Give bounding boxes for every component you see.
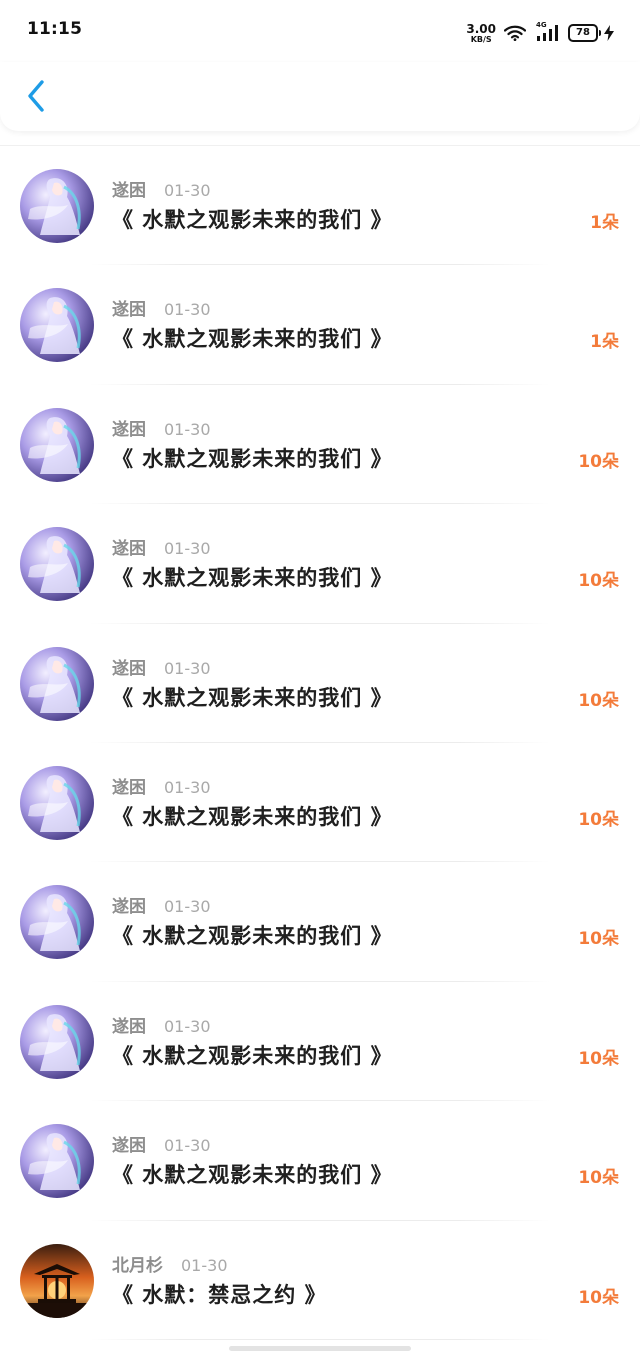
list-item[interactable]: 遂困 01-30 《 水默之观影未来的我们 》 10朵	[0, 624, 640, 743]
gift-count: 10朵	[578, 1287, 619, 1308]
list-item[interactable]: 遂困 01-30 《 水默之观影未来的我们 》 10朵	[0, 385, 640, 505]
user-name[interactable]: 北月杉	[112, 1251, 163, 1276]
date: 01-30	[164, 181, 211, 200]
item-meta: 遂困 01-30	[112, 654, 211, 679]
top-nav-bar	[0, 62, 640, 131]
gift-count: 10朵	[578, 1048, 619, 1069]
user-name[interactable]: 遂困	[112, 654, 146, 679]
item-meta: 遂困 01-30	[112, 892, 211, 917]
gift-count: 10朵	[578, 451, 619, 472]
book-title[interactable]: 《 水默之观影未来的我们 》	[112, 1040, 393, 1070]
user-name[interactable]: 遂困	[112, 176, 146, 201]
item-meta: 遂困 01-30	[112, 415, 211, 440]
status-time: 11:15	[27, 19, 83, 39]
battery-icon: 78	[568, 24, 601, 42]
gift-count: 10朵	[578, 929, 619, 950]
date: 01-30	[164, 1016, 211, 1036]
user-name[interactable]: 遂困	[112, 892, 146, 917]
book-title[interactable]: 《 水默之观影未来的我们 》	[112, 801, 393, 831]
user-name[interactable]: 遂困	[112, 773, 146, 798]
item-meta: 遂困 01-30	[112, 295, 211, 320]
date: 01-30	[164, 777, 211, 797]
avatar[interactable]	[20, 1243, 94, 1318]
book-title[interactable]: 《 水默之观影未来的我们 》	[112, 323, 393, 353]
item-meta: 遂困 01-30	[112, 176, 211, 201]
signal-icon: 4G	[536, 21, 560, 42]
item-meta: 遂困 01-30	[112, 534, 211, 559]
list-item[interactable]: 遂困 01-30 《 水默之观影未来的我们 》 10朵	[0, 862, 640, 982]
list-item[interactable]: 遂困 01-30 《 水默之观影未来的我们 》 10朵	[0, 1101, 640, 1221]
avatar[interactable]	[20, 765, 94, 840]
date: 01-30	[164, 1136, 211, 1156]
list-item[interactable]: 遂困 01-30 《 水默之观影未来的我们 》 10朵	[0, 504, 640, 624]
status-bar: 11:15 3.00 KB/S 4G 78	[0, 0, 640, 62]
user-name[interactable]: 遂困	[112, 415, 146, 440]
list-item[interactable]: 遂困 01-30 《 水默之观影未来的我们 》 1朵	[0, 265, 640, 385]
book-title[interactable]: 《 水默：禁忌之约 》	[112, 1279, 327, 1309]
gift-count: 10朵	[578, 571, 619, 592]
date: 01-30	[164, 539, 211, 559]
divider	[90, 1338, 550, 1340]
user-name[interactable]: 遂困	[112, 534, 146, 559]
book-title[interactable]: 《 水默之观影未来的我们 》	[112, 920, 393, 950]
item-meta: 遂困 01-30	[112, 773, 211, 798]
date: 01-30	[181, 1255, 228, 1275]
item-meta: 遂困 01-30	[112, 1131, 211, 1156]
status-icons: 3.00 KB/S 4G 78	[466, 20, 614, 46]
avatar[interactable]	[20, 527, 94, 602]
date: 01-30	[164, 897, 211, 917]
avatar[interactable]	[20, 1124, 94, 1199]
wifi-icon	[504, 25, 526, 41]
book-title[interactable]: 《 水默之观影未来的我们 》	[112, 204, 393, 234]
gift-count: 1朵	[590, 213, 619, 233]
item-meta: 遂困 01-30	[112, 1012, 211, 1037]
user-name[interactable]: 遂困	[112, 295, 146, 320]
avatar[interactable]	[20, 288, 94, 363]
user-name[interactable]: 遂困	[112, 1131, 146, 1156]
item-meta: 北月杉 01-30	[112, 1251, 228, 1276]
chevron-left-icon	[28, 80, 44, 112]
date: 01-30	[164, 300, 211, 320]
list-item[interactable]: 遂困 01-30 《 水默之观影未来的我们 》 10朵	[0, 743, 640, 863]
gift-count: 1朵	[590, 332, 619, 353]
user-name[interactable]: 遂困	[112, 1012, 146, 1037]
battery-tip	[599, 30, 601, 36]
list-item[interactable]: 北月杉 01-30 《 水默：禁忌之约 》 10朵	[0, 1221, 640, 1340]
battery-level: 78	[568, 24, 598, 42]
book-title[interactable]: 《 水默之观影未来的我们 》	[112, 1159, 393, 1189]
gift-count: 10朵	[578, 1168, 619, 1189]
network-speed: 3.00 KB/S	[466, 23, 496, 44]
date: 01-30	[164, 658, 211, 678]
network-speed-unit: KB/S	[470, 34, 492, 44]
avatar[interactable]	[20, 885, 94, 960]
book-title[interactable]: 《 水默之观影未来的我们 》	[112, 682, 393, 712]
charging-bolt-icon	[604, 25, 614, 41]
list-item[interactable]: 遂困 01-30 《 水默之观影未来的我们 》 10朵	[0, 982, 640, 1102]
gift-count: 10朵	[578, 809, 619, 830]
book-title[interactable]: 《 水默之观影未来的我们 》	[112, 562, 393, 592]
gift-record-list: 遂困 01-30 《 水默之观影未来的我们 》 1朵 遂困 01-30 《 水默…	[0, 145, 640, 1340]
gift-count: 10朵	[578, 690, 619, 711]
avatar[interactable]	[20, 169, 94, 243]
avatar[interactable]	[20, 1004, 94, 1079]
list-item[interactable]: 遂困 01-30 《 水默之观影未来的我们 》 1朵	[0, 146, 640, 266]
network-speed-value: 3.00	[466, 21, 496, 36]
home-indicator[interactable]	[229, 1346, 411, 1351]
avatar[interactable]	[20, 407, 94, 482]
back-button[interactable]	[18, 76, 54, 116]
book-title[interactable]: 《 水默之观影未来的我们 》	[112, 443, 393, 473]
date: 01-30	[164, 419, 211, 439]
network-type: 4G	[536, 21, 547, 29]
avatar[interactable]	[20, 646, 94, 721]
